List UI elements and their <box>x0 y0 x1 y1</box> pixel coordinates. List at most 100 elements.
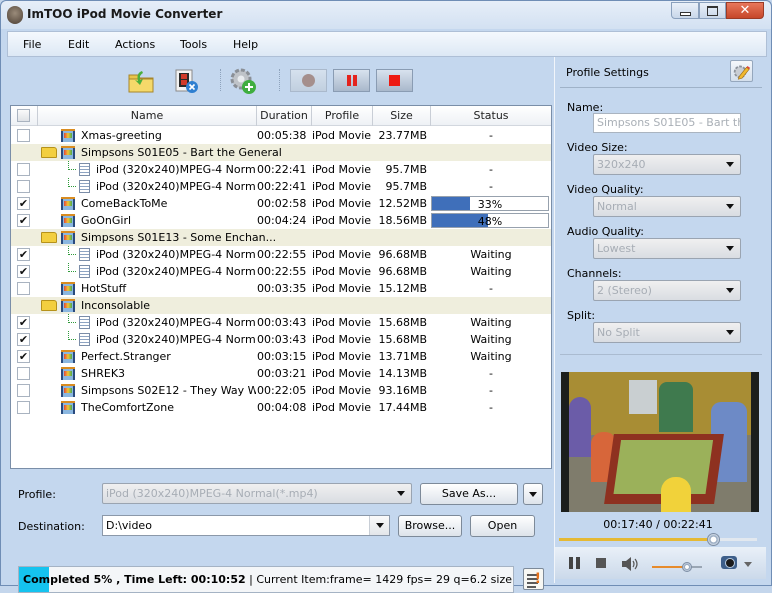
folder-icon[interactable] <box>41 147 57 158</box>
menu-edit[interactable]: Edit <box>68 38 89 51</box>
item-profile[interactable]: iPod Movie <box>312 161 374 178</box>
remove-file-icon[interactable] <box>172 67 200 95</box>
video-size-select[interactable]: 320x240 <box>593 154 741 175</box>
table-row[interactable]: ✔ GoOnGirl 00:04:24 iPod Movie 18.56MB 48% <box>11 212 551 229</box>
item-profile[interactable]: iPod Movie <box>312 331 374 348</box>
row-checkbox[interactable] <box>17 401 30 414</box>
column-header-profile[interactable]: Profile <box>312 106 373 126</box>
table-row[interactable]: HotStuff 00:03:35 iPod Movie 15.12MB - <box>11 280 551 297</box>
item-progress-bar: 48% <box>431 213 549 228</box>
group-row[interactable]: Simpsons S01E05 - Bart the General <box>11 144 551 161</box>
folder-icon[interactable] <box>41 300 57 311</box>
output-settings: Profile: iPod (320x240)MPEG-4 Normal(*.m… <box>7 477 554 593</box>
table-row[interactable]: ✔ Perfect.Stranger 00:03:15 iPod Movie 13.71… <box>11 348 551 365</box>
channels-select[interactable]: 2 (Stereo) <box>593 280 741 301</box>
column-header-size[interactable]: Size <box>373 106 431 126</box>
item-profile[interactable]: iPod Movie <box>312 127 374 144</box>
row-checkbox[interactable]: ✔ <box>17 248 30 261</box>
split-select[interactable]: No Split <box>593 322 741 343</box>
browse-button[interactable]: Browse... <box>398 515 462 537</box>
item-profile[interactable]: iPod Movie <box>312 399 374 416</box>
group-row[interactable]: Inconsolable <box>11 297 551 314</box>
pause-icon[interactable] <box>569 557 580 569</box>
edit-profile-icon[interactable] <box>730 60 753 82</box>
seek-slider-thumb[interactable] <box>707 533 721 546</box>
title-bar[interactable]: ImTOO iPod Movie Converter ✕ <box>1 1 771 29</box>
list-header: Name Duration Profile Size Status <box>11 106 551 126</box>
row-checkbox[interactable] <box>17 282 30 295</box>
menu-help[interactable]: Help <box>233 38 258 51</box>
row-checkbox[interactable]: ✔ <box>17 350 30 363</box>
item-size: 14.13MB <box>378 367 427 380</box>
folder-icon[interactable] <box>41 232 57 243</box>
group-row[interactable]: Simpsons S01E13 - Some Enchan... <box>11 229 551 246</box>
snapshot-icon[interactable] <box>721 556 737 569</box>
destination-dropdown[interactable] <box>369 516 389 535</box>
video-quality-select[interactable]: Normal <box>593 196 741 217</box>
open-button[interactable]: Open <box>470 515 535 537</box>
close-button[interactable]: ✕ <box>726 2 764 19</box>
volume-slider[interactable] <box>652 562 702 572</box>
item-profile[interactable]: iPod Movie <box>312 178 374 195</box>
menu-actions[interactable]: Actions <box>115 38 155 51</box>
pause-convert-button[interactable] <box>333 69 370 92</box>
item-profile[interactable]: iPod Movie <box>312 212 374 229</box>
save-as-dropdown-button[interactable] <box>523 483 543 505</box>
row-checkbox[interactable]: ✔ <box>17 197 30 210</box>
volume-icon[interactable] <box>621 557 639 571</box>
destination-input[interactable]: D:\video <box>102 515 390 536</box>
column-header-duration[interactable]: Duration <box>257 106 312 126</box>
table-row[interactable]: ✔ iPod (320x240)MPEG-4 Normal 00:03:43 iPod… <box>11 331 551 348</box>
select-all-checkbox[interactable] <box>17 109 30 122</box>
row-checkbox[interactable] <box>17 384 30 397</box>
seek-slider[interactable] <box>559 533 757 546</box>
add-profile-icon[interactable] <box>229 67 257 95</box>
table-row[interactable]: ✔ iPod (320x240)MPEG-4 Normal 00:22:55 iPod… <box>11 246 551 263</box>
table-row[interactable]: SHREK3 00:03:21 iPod Movie 14.13MB - <box>11 365 551 382</box>
profile-name-input[interactable]: Simpsons S01E05 - Bart the General <box>593 113 741 133</box>
item-duration: 00:04:08 <box>257 401 307 414</box>
column-header-status[interactable]: Status <box>431 106 551 126</box>
item-profile[interactable]: iPod Movie <box>312 314 374 331</box>
audio-quality-select[interactable]: Lowest <box>593 238 741 259</box>
menu-file[interactable]: File <box>23 38 41 51</box>
table-row[interactable]: Xmas-greeting 00:05:38 iPod Movie 23.77MB - <box>11 127 551 144</box>
stop-convert-button[interactable] <box>376 69 413 92</box>
row-checkbox[interactable]: ✔ <box>17 214 30 227</box>
tree-connector <box>68 161 76 170</box>
menu-tools[interactable]: Tools <box>180 38 207 51</box>
item-profile[interactable]: iPod Movie <box>312 195 374 212</box>
item-profile[interactable]: iPod Movie <box>312 348 374 365</box>
table-row[interactable]: ✔ iPod (320x240)MPEG-4 Normal 00:03:43 iPod… <box>11 314 551 331</box>
table-row[interactable]: Simpsons S02E12 - They Way W... 00:22:05 i… <box>11 382 551 399</box>
stop-icon[interactable] <box>596 558 606 568</box>
row-checkbox[interactable] <box>17 129 30 142</box>
table-row[interactable]: TheComfortZone 00:04:08 iPod Movie 17.44MB - <box>11 399 551 416</box>
row-checkbox[interactable]: ✔ <box>17 265 30 278</box>
item-profile[interactable]: iPod Movie <box>312 280 374 297</box>
row-checkbox[interactable] <box>17 180 30 193</box>
column-header-name[interactable]: Name <box>37 106 257 126</box>
minimize-button[interactable] <box>671 2 699 19</box>
maximize-button[interactable] <box>699 2 726 19</box>
row-checkbox[interactable]: ✔ <box>17 333 30 346</box>
start-convert-button[interactable] <box>290 69 327 92</box>
row-checkbox[interactable]: ✔ <box>17 316 30 329</box>
profile-select[interactable]: iPod (320x240)MPEG-4 Normal(*.mp4) <box>102 483 412 504</box>
snapshot-dropdown-icon[interactable] <box>744 562 752 567</box>
table-row[interactable]: iPod (320x240)MPEG-4 Normal 00:22:41 iPod … <box>11 178 551 195</box>
save-as-button[interactable]: Save As... <box>420 483 518 505</box>
volume-slider-thumb[interactable] <box>682 562 692 572</box>
item-profile[interactable]: iPod Movie <box>312 246 374 263</box>
log-button[interactable]: ! <box>523 568 544 590</box>
row-checkbox[interactable] <box>17 367 30 380</box>
app-window: ImTOO iPod Movie Converter ✕ File Edit A… <box>0 0 772 593</box>
table-row[interactable]: iPod (320x240)MPEG-4 Normal 00:22:41 iPod … <box>11 161 551 178</box>
row-checkbox[interactable] <box>17 163 30 176</box>
add-files-icon[interactable] <box>127 67 155 95</box>
item-profile[interactable]: iPod Movie <box>312 263 374 280</box>
item-profile[interactable]: iPod Movie <box>312 382 374 399</box>
table-row[interactable]: ✔ ComeBackToMe 00:02:58 iPod Movie 12.52MB 33… <box>11 195 551 212</box>
table-row[interactable]: ✔ iPod (320x240)MPEG-4 Normal 00:22:55 iPod… <box>11 263 551 280</box>
item-profile[interactable]: iPod Movie <box>312 365 374 382</box>
